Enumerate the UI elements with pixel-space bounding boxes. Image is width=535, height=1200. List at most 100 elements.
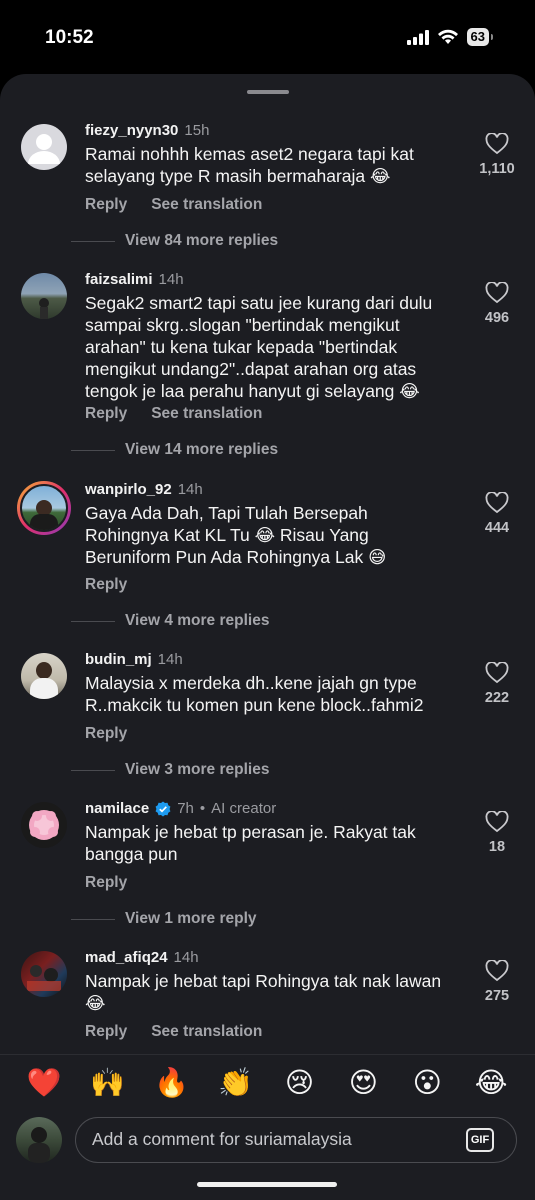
comment-username[interactable]: namilace: [85, 800, 149, 817]
sheet-drag-handle[interactable]: [247, 90, 289, 94]
comment-time: 14h: [157, 651, 183, 668]
like-count: 444: [484, 520, 510, 536]
replies-divider: [71, 918, 115, 920]
heart-icon: [485, 662, 509, 684]
view-replies-label: View 4 more replies: [125, 612, 270, 629]
comment-text: Malaysia x merdeka dh..kene jajah gn typ…: [85, 673, 424, 715]
comment-time: 15h: [184, 122, 210, 139]
avatar[interactable]: [21, 802, 67, 848]
replies-divider: [71, 620, 115, 622]
reaction-crying[interactable]: 😢: [278, 1066, 320, 1099]
reaction-surprised[interactable]: 😮: [406, 1066, 448, 1099]
see-translation-button[interactable]: See translation: [151, 196, 262, 214]
see-translation-button[interactable]: See translation: [151, 405, 262, 423]
comment-time: 14h: [173, 949, 199, 966]
like-button[interactable]: 222: [479, 662, 515, 706]
comment-item: faizsalimi 14h Segak2 smart2 tapi satu j…: [0, 271, 535, 481]
reply-button[interactable]: Reply: [85, 874, 127, 892]
avatar[interactable]: [21, 653, 67, 699]
replies-divider: [71, 769, 115, 771]
comment-username[interactable]: fiezy_nyyn30: [85, 122, 178, 139]
avatar[interactable]: [21, 273, 67, 319]
like-button[interactable]: 275: [479, 960, 515, 1004]
comment-item: wanpirlo_92 14h Gaya Ada Dah, Tapi Tulah…: [0, 481, 535, 631]
cellular-signal-icon: [406, 29, 429, 45]
like-count: 18: [488, 839, 506, 855]
view-replies-label: View 14 more replies: [125, 441, 279, 458]
like-count: 275: [484, 988, 510, 1004]
avatar[interactable]: [17, 481, 71, 535]
replies-divider: [71, 240, 115, 242]
comment-item: namilace 7h • AI creator Nampak je hebat…: [0, 800, 535, 930]
like-count: 496: [484, 310, 510, 326]
comment-actions: Reply See translation: [85, 196, 262, 214]
comment-item: mad_afiq24 14h Nampak je hebat tapi Rohi…: [0, 949, 535, 1049]
reaction-clap[interactable]: 👏: [215, 1066, 257, 1099]
avatar[interactable]: [21, 951, 67, 997]
ai-creator-tag: AI creator: [211, 800, 277, 817]
reaction-laughing[interactable]: 😂: [470, 1066, 512, 1099]
view-replies-button[interactable]: View 84 more replies: [71, 232, 278, 250]
heart-icon: [485, 133, 509, 155]
home-indicator[interactable]: [197, 1182, 337, 1187]
view-replies-button[interactable]: View 4 more replies: [71, 612, 269, 630]
comment-item: fiezy_nyyn30 15h Ramai nohhh kemas aset2…: [0, 122, 535, 272]
heart-icon: [485, 960, 509, 982]
comment-actions: Reply: [85, 874, 127, 892]
like-button[interactable]: 1,110: [479, 133, 515, 177]
comment-item: budin_mj 14h Malaysia x merdeka dh..kene…: [0, 651, 535, 781]
comment-header: namilace 7h • AI creator: [85, 800, 276, 817]
comment-input[interactable]: [92, 1118, 452, 1161]
comment-username[interactable]: mad_afiq24: [85, 949, 168, 966]
reply-button[interactable]: Reply: [85, 576, 127, 594]
comment-composer: GIF: [0, 1114, 535, 1170]
comment-actions: Reply See translation: [85, 1023, 262, 1041]
comment-text: Nampak je hebat tapi Rohingya tak nak la…: [85, 971, 442, 1013]
comment-text: Nampak je hebat tp perasan je. Rakyat ta…: [85, 822, 416, 864]
avatar-photo-icon: [27, 965, 61, 991]
comments-sheet: fiezy_nyyn30 15h Ramai nohhh kemas aset2…: [0, 74, 535, 1200]
comment-actions: Reply: [85, 725, 127, 743]
see-translation-button[interactable]: See translation: [151, 1023, 262, 1041]
comment-header: budin_mj 14h: [85, 651, 183, 668]
comment-username[interactable]: budin_mj: [85, 651, 152, 668]
default-avatar-icon: [28, 134, 60, 164]
like-button[interactable]: 18: [479, 811, 515, 855]
like-button[interactable]: 496: [479, 282, 515, 326]
battery-indicator: 63: [466, 28, 494, 46]
like-button[interactable]: 444: [479, 492, 515, 536]
reply-button[interactable]: Reply: [85, 196, 127, 214]
my-avatar[interactable]: [16, 1117, 62, 1163]
separator-dot: •: [199, 800, 206, 817]
avatar[interactable]: [21, 124, 67, 170]
reaction-heart[interactable]: ❤️: [23, 1066, 65, 1099]
comment-time: 14h: [177, 481, 203, 498]
reply-button[interactable]: Reply: [85, 405, 127, 423]
gif-button[interactable]: GIF: [466, 1128, 494, 1152]
heart-icon: [485, 492, 509, 514]
avatar-photo-icon: [39, 298, 49, 319]
view-replies-label: View 84 more replies: [125, 232, 279, 249]
status-icons: 63: [406, 28, 494, 46]
comment-text: Segak2 smart2 tapi satu jee kurang dari …: [85, 293, 433, 401]
comment-actions: Reply: [85, 576, 127, 594]
avatar-photo: [36, 662, 52, 679]
view-replies-button[interactable]: View 3 more replies: [71, 761, 269, 779]
view-replies-button[interactable]: View 1 more reply: [71, 910, 257, 928]
reply-button[interactable]: Reply: [85, 1023, 127, 1041]
comment-header: wanpirlo_92 14h: [85, 481, 203, 498]
reaction-fire[interactable]: 🔥: [151, 1066, 193, 1099]
comment-username[interactable]: wanpirlo_92: [85, 481, 172, 498]
reply-button[interactable]: Reply: [85, 725, 127, 743]
reaction-heart-eyes[interactable]: 😍: [342, 1066, 384, 1099]
comment-text: Ramai nohhh kemas aset2 negara tapi kat …: [85, 144, 414, 186]
reaction-raised-hands[interactable]: 🙌: [87, 1066, 129, 1099]
comment-username[interactable]: faizsalimi: [85, 271, 153, 288]
view-replies-button[interactable]: View 14 more replies: [71, 441, 278, 459]
view-replies-label: View 1 more reply: [125, 910, 257, 927]
comment-header: faizsalimi 14h: [85, 271, 184, 288]
comment-time: 14h: [158, 271, 184, 288]
comment-header: mad_afiq24 14h: [85, 949, 199, 966]
comment-header: fiezy_nyyn30 15h: [85, 122, 209, 139]
view-replies-label: View 3 more replies: [125, 761, 270, 778]
